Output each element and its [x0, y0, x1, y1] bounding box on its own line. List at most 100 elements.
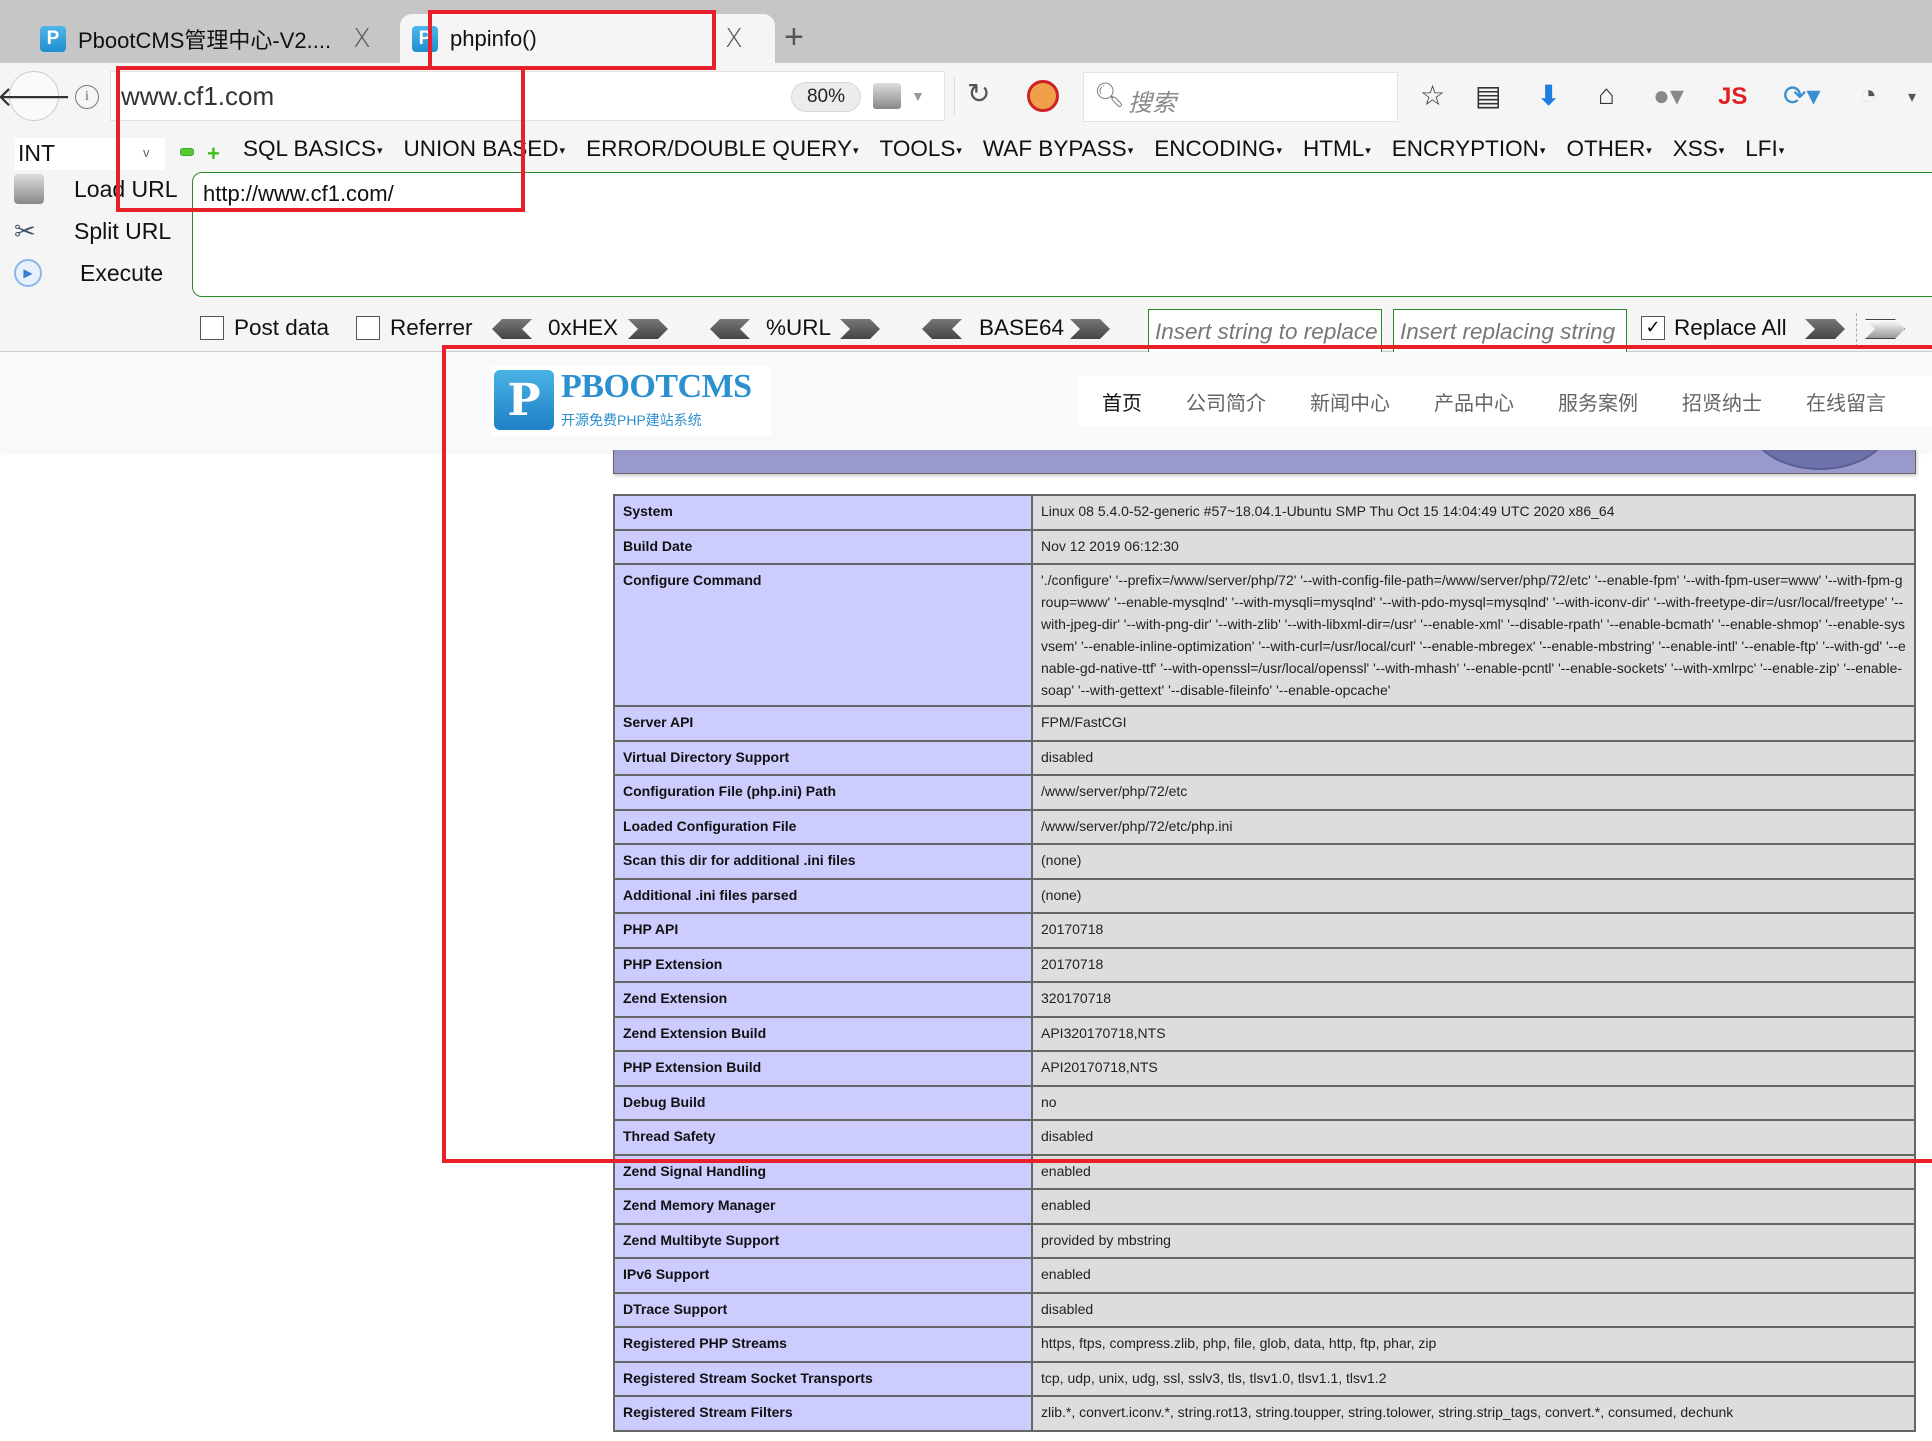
decrease-icon[interactable] [180, 148, 194, 156]
bookmark-star-icon[interactable]: ☆ [1420, 79, 1445, 112]
menu-error-double-query[interactable]: ERROR/DOUBLE QUERY [586, 136, 858, 162]
row-value: API20170718,NTS [1031, 1050, 1916, 1087]
table-row: Registered Stream Socket Transports tcp, … [613, 1360, 1916, 1397]
nav-about[interactable]: 公司简介 [1186, 387, 1266, 416]
home-icon[interactable]: ⌂ [1598, 79, 1615, 111]
select-value: INT [18, 140, 56, 166]
menu-sql-basics[interactable]: SQL BASICS [243, 136, 383, 162]
table-row: Zend Signal Handling enabled [613, 1153, 1916, 1190]
nav-news[interactable]: 新闻中心 [1310, 387, 1390, 416]
menu-html[interactable]: HTML [1303, 136, 1371, 162]
hex-encode-arrow-icon[interactable] [628, 319, 668, 339]
row-value: disabled [1031, 739, 1916, 776]
table-row: IPv6 Support enabled [613, 1257, 1916, 1294]
menu-xss[interactable]: XSS [1673, 136, 1725, 162]
phpinfo-table: System Linux 08 5.4.0-52-generic #57~18.0… [613, 494, 1916, 1432]
row-value: /www/server/php/72/etc [1031, 774, 1916, 811]
row-value: 20170718 [1031, 946, 1916, 983]
replace-string-input[interactable]: Insert string to replace [1148, 309, 1382, 355]
replace-arrow-icon[interactable] [1805, 319, 1845, 339]
split-url-label: Split URL [74, 217, 172, 244]
row-value: enabled [1031, 1257, 1916, 1294]
menu-union-based[interactable]: UNION BASED [404, 136, 566, 162]
download-icon[interactable]: ⬇ [1537, 79, 1560, 112]
nav-careers[interactable]: 招贤纳士 [1682, 387, 1762, 416]
split-url-button[interactable]: ✂ Split URL [14, 216, 171, 246]
pbootcms-favicon: P [40, 25, 66, 52]
replace-all-checkbox[interactable]: ✓ [1641, 316, 1665, 340]
increase-icon[interactable]: + [207, 141, 220, 167]
row-value: 20170718 [1031, 912, 1916, 949]
row-key: Configuration File (php.ini) Path [613, 774, 1033, 811]
overflow-menu-icon[interactable]: ▾ [1908, 87, 1916, 107]
base64-encode-arrow-icon[interactable] [1070, 319, 1110, 339]
address-bar[interactable]: www.cf1.com 80% ▼ ↻ [110, 71, 990, 121]
tab-phpinfo[interactable]: P phpinfo() X [400, 14, 775, 63]
row-key: Scan this dir for additional .ini files [613, 843, 1033, 880]
menu-encryption[interactable]: ENCRYPTION [1392, 136, 1546, 162]
row-value: (none) [1031, 877, 1916, 914]
menu-lfi[interactable]: LFI [1745, 136, 1784, 162]
row-value: 320170718 [1031, 981, 1916, 1018]
page-content: P PBOOTCMS 开源免费PHP建站系统 首页 公司简介 新闻中心 产品中心… [0, 352, 1932, 1441]
nav-products[interactable]: 产品中心 [1434, 387, 1514, 416]
replacing-string-input[interactable]: Insert replacing string [1393, 309, 1627, 355]
nav-cases[interactable]: 服务案例 [1558, 387, 1638, 416]
url-label: %URL [766, 315, 832, 340]
site-info-icon[interactable]: i [75, 85, 99, 109]
site-header: P PBOOTCMS 开源免费PHP建站系统 首页 公司简介 新闻中心 产品中心… [0, 352, 1932, 450]
js-toggle-icon[interactable]: JS [1718, 83, 1747, 111]
row-value: no [1031, 1084, 1916, 1121]
base64-decode-arrow-icon[interactable] [922, 319, 962, 339]
nav-home[interactable]: 首页 [1102, 387, 1142, 416]
cookie-icon[interactable]: ◔ [1860, 79, 1877, 111]
table-row: DTrace Support disabled [613, 1291, 1916, 1328]
row-value: Nov 12 2019 06:12:30 [1031, 528, 1916, 565]
menu-tools[interactable]: TOOLS [880, 136, 962, 162]
replace-next-arrow-icon[interactable] [1865, 319, 1905, 339]
site-logo[interactable]: P PBOOTCMS 开源免费PHP建站系统 [491, 366, 771, 436]
table-row: Thread Safety disabled [613, 1119, 1916, 1156]
referrer-checkbox[interactable] [356, 316, 380, 340]
tab-pbootcms-admin[interactable]: P PbootCMS管理中心-V2.... X [40, 14, 410, 63]
row-value: /www/server/php/72/etc/php.ini [1031, 808, 1916, 845]
search-bar[interactable]: 🔍︎ 搜索 [1083, 72, 1398, 122]
reading-list-icon[interactable]: ▤ [1475, 79, 1501, 112]
new-tab-button[interactable]: + [784, 18, 804, 57]
hex-label: 0xHEX [548, 315, 619, 340]
reload-icon[interactable]: ↻ [954, 77, 990, 115]
noscript-icon[interactable] [1027, 80, 1059, 112]
execute-button[interactable]: ▶ Execute [14, 259, 163, 287]
row-key: PHP Extension Build [613, 1050, 1033, 1087]
site-nav: 首页 公司简介 新闻中心 产品中心 服务案例 招贤纳士 在线留言 [1078, 376, 1932, 426]
replace-all-label: Replace All [1674, 315, 1787, 340]
table-row: Zend Extension 320170718 [613, 981, 1916, 1018]
row-key: Configure Command [613, 563, 1033, 707]
row-value: https, ftps, compress.zlib, php, file, g… [1031, 1326, 1916, 1363]
url-decode-arrow-icon[interactable] [710, 319, 750, 339]
post-data-label: Post data [234, 315, 330, 340]
hex-decode-arrow-icon[interactable] [492, 319, 532, 339]
nav-message[interactable]: 在线留言 [1806, 387, 1886, 416]
globe-icon[interactable]: ●▾ [1653, 79, 1684, 112]
back-button[interactable]: 🡐 [0, 71, 72, 121]
server-icon[interactable] [873, 83, 901, 109]
url-encode-arrow-icon[interactable] [840, 319, 880, 339]
url-text[interactable]: www.cf1.com [121, 81, 274, 112]
zoom-level-badge[interactable]: 80% [791, 82, 861, 112]
injection-type-select[interactable]: INT v [15, 138, 165, 170]
menu-other[interactable]: OTHER [1566, 136, 1651, 162]
post-data-checkbox[interactable] [200, 316, 224, 340]
url-textarea[interactable]: http://www.cf1.com/ [192, 172, 1932, 297]
table-row: Loaded Configuration File/www/server/php… [613, 808, 1916, 845]
table-row: Virtual Directory Support disabled [613, 739, 1916, 776]
dropdown-icon[interactable]: ▼ [911, 88, 925, 104]
row-key: System [613, 494, 1033, 531]
close-tab-icon[interactable]: X [353, 24, 371, 54]
load-url-button[interactable]: Load URL [14, 174, 178, 204]
menu-encoding[interactable]: ENCODING [1154, 136, 1282, 162]
close-tab-icon[interactable]: X [725, 24, 743, 54]
row-value: API320170718,NTS [1031, 1015, 1916, 1052]
menu-waf-bypass[interactable]: WAF BYPASS [983, 136, 1133, 162]
sync-icon[interactable]: ⟳▾ [1783, 79, 1821, 112]
